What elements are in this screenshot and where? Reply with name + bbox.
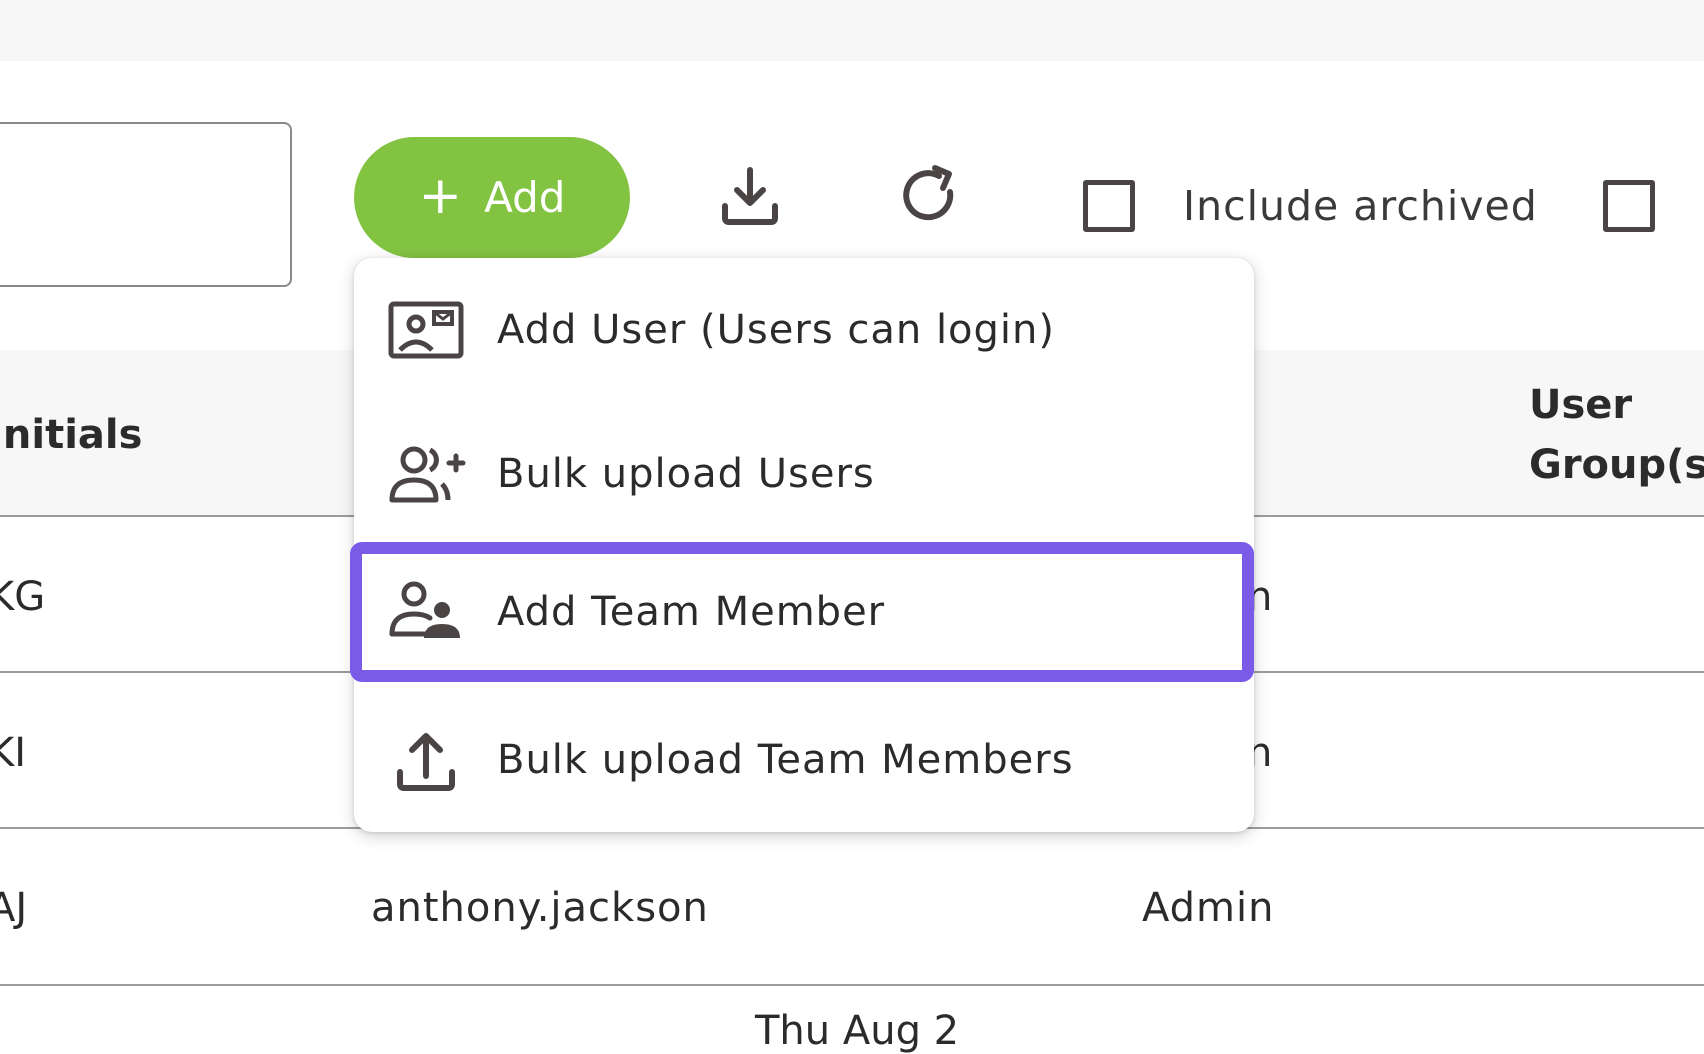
top-bar (0, 0, 1704, 61)
menu-item-bulk-upload-team-members[interactable]: Bulk upload Team Members (354, 688, 1254, 832)
upload-icon (397, 733, 455, 791)
table-row-role: Admin (1142, 885, 1275, 931)
add-dropdown-menu: Add User (Users can login) Bulk upload U… (350, 258, 1254, 832)
plus-icon: + (418, 165, 463, 226)
table-row-email: anthony.jackson@ (371, 885, 709, 931)
include-archived-checkbox[interactable] (1083, 180, 1135, 232)
user-card-icon (388, 301, 464, 359)
download-icon[interactable] (715, 162, 785, 232)
table-row-initials: AJ (0, 885, 28, 931)
header-user-groups-line1[interactable]: User (1529, 382, 1632, 428)
menu-item-bulk-upload-users[interactable]: Bulk upload Users (354, 402, 1254, 546)
menu-item-label: Add User (Users can login) (497, 307, 1055, 353)
row-divider (0, 984, 1704, 986)
refresh-icon[interactable] (895, 162, 965, 232)
menu-item-add-user[interactable]: Add User (Users can login) (354, 258, 1254, 402)
search-input[interactable] (0, 122, 292, 287)
menu-item-add-team-member[interactable]: Add Team Member (350, 542, 1254, 682)
menu-item-label: Add Team Member (497, 589, 886, 635)
include-archived-label: Include archived (1183, 182, 1538, 230)
header-initials[interactable]: Initials (0, 412, 142, 458)
menu-item-label: Bulk upload Users (497, 451, 875, 497)
team-member-icon (389, 581, 460, 638)
add-button-label: Add (484, 173, 566, 222)
filter-checkbox[interactable] (1603, 180, 1655, 232)
add-button[interactable]: + Add (354, 137, 630, 258)
table-row-date: Thu Aug 2 (755, 1008, 960, 1054)
menu-item-label: Bulk upload Team Members (497, 737, 1074, 783)
table-row-initials: KI (0, 730, 27, 776)
header-user-groups-line2[interactable]: Group(s) (1529, 442, 1704, 488)
users-add-icon (389, 446, 466, 503)
table-row-initials: KG (0, 574, 46, 620)
